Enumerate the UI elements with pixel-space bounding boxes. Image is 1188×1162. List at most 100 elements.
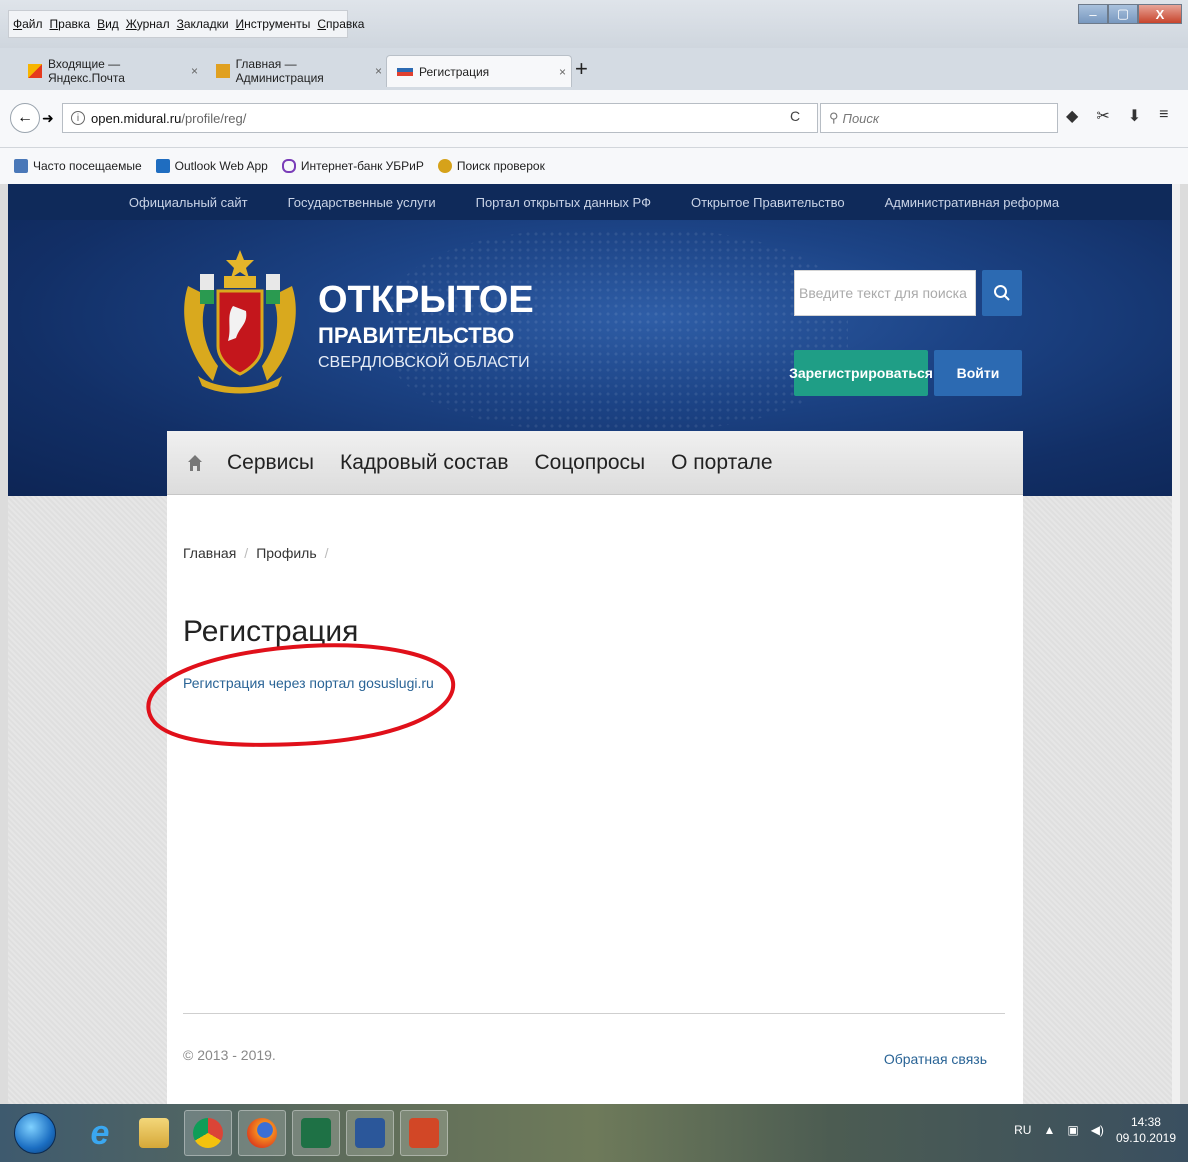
search-placeholder: Поиск bbox=[842, 110, 880, 126]
taskbar-word[interactable] bbox=[346, 1110, 394, 1156]
reload-icon[interactable]: C bbox=[790, 108, 800, 124]
powerpoint-icon bbox=[409, 1118, 439, 1148]
navigation-bar: ← ➜ i open.midural.ru /profile/reg/ C ⚲ … bbox=[0, 90, 1188, 148]
ie-icon: e bbox=[90, 1113, 110, 1152]
link-open-data[interactable]: Портал открытых данных РФ bbox=[476, 195, 651, 210]
bookmark-label: Часто посещаемые bbox=[33, 159, 142, 173]
nav-staff[interactable]: Кадровый состав bbox=[340, 451, 508, 475]
web-page: Официальный сайт Государственные услуги … bbox=[8, 184, 1180, 1104]
menu-view[interactable]: Вид bbox=[97, 17, 119, 31]
breadcrumb-separator: / bbox=[244, 545, 249, 561]
word-icon bbox=[355, 1118, 385, 1148]
taskbar-firefox[interactable] bbox=[238, 1110, 286, 1156]
menu-edit[interactable]: Правка bbox=[50, 17, 91, 31]
bookmarks-bar: Часто посещаемые Outlook Web App Интерне… bbox=[0, 148, 1188, 184]
browser-search-input[interactable]: ⚲ Поиск bbox=[820, 103, 1058, 133]
taskbar-ie[interactable]: e bbox=[76, 1110, 124, 1156]
start-button[interactable] bbox=[14, 1112, 56, 1154]
url-bar[interactable]: i open.midural.ru /profile/reg/ bbox=[62, 103, 818, 133]
footer-divider bbox=[183, 1013, 1005, 1014]
bookmark-label: Интернет-банк УБРиР bbox=[300, 159, 424, 173]
pocket-icon[interactable]: ◆ bbox=[1066, 106, 1078, 126]
menu-help[interactable]: Справка bbox=[317, 17, 364, 31]
register-button[interactable]: Зарегистрироваться bbox=[789, 350, 933, 396]
volume-icon[interactable]: ◀) bbox=[1091, 1123, 1104, 1137]
menu-tools[interactable]: Инструменты bbox=[236, 17, 311, 31]
site-search-input[interactable]: Введите текст для поиска bbox=[794, 270, 976, 316]
menu-file[interactable]: Файл bbox=[13, 17, 43, 31]
brand-title: ОТКРЫТОЕ bbox=[318, 279, 534, 321]
site-brand[interactable]: ОТКРЫТОЕ ПРАВИТЕЛЬСТВО СВЕРДЛОВСКОЙ ОБЛА… bbox=[318, 278, 534, 376]
content-panel: Главная / Профиль / Регистрация Регистра… bbox=[146, 495, 1023, 1104]
show-hidden-icons-icon[interactable]: ▲ bbox=[1043, 1123, 1055, 1137]
yandex-mail-icon bbox=[28, 64, 42, 78]
nav-services[interactable]: Сервисы bbox=[227, 451, 314, 475]
back-arrow-icon[interactable]: ← bbox=[10, 103, 40, 133]
tab-label: Входящие — Яндекс.Почта bbox=[47, 57, 125, 85]
clock[interactable]: 14:38 09.10.2019 bbox=[1116, 1114, 1176, 1146]
bookmark-outlook[interactable]: Outlook Web App bbox=[155, 159, 268, 173]
menu-bookmarks[interactable]: Закладки bbox=[177, 17, 229, 31]
forward-arrow-icon[interactable]: ➜ bbox=[42, 110, 54, 127]
close-window-icon[interactable]: X bbox=[1138, 4, 1182, 24]
breadcrumb-profile[interactable]: Профиль bbox=[256, 545, 316, 561]
title-bar: Файл Правка Вид Журнал Закладки Инструме… bbox=[0, 0, 1188, 48]
maximize-icon[interactable]: ▢ bbox=[1108, 4, 1138, 24]
hamburger-menu-icon[interactable]: ≡ bbox=[1159, 106, 1168, 126]
url-host: open.midural.ru bbox=[91, 110, 182, 126]
copyright: © 2013 - 2019. bbox=[183, 1047, 276, 1063]
new-tab-button[interactable]: + bbox=[575, 56, 588, 82]
tab-registration[interactable]: Регистрация × bbox=[386, 55, 572, 87]
taskbar-excel[interactable] bbox=[292, 1110, 340, 1156]
tab-yandex-mail[interactable]: Входящие — Яндекс.Почта × bbox=[18, 55, 198, 87]
tab-administration[interactable]: Главная — Администрация × bbox=[206, 55, 382, 87]
brand-subtitle: ПРАВИТЕЛЬСТВО bbox=[318, 323, 515, 348]
language-indicator[interactable]: RU bbox=[1014, 1123, 1031, 1137]
tab-close-icon[interactable]: × bbox=[191, 64, 198, 78]
screenshot-icon[interactable]: ✂ bbox=[1096, 106, 1109, 126]
bookmark-bank[interactable]: Интернет-банк УБРиР bbox=[281, 159, 424, 173]
tab-close-icon[interactable]: × bbox=[375, 64, 382, 78]
firefox-icon bbox=[247, 1118, 277, 1148]
page-scrollbar[interactable] bbox=[1172, 184, 1180, 1104]
link-open-government[interactable]: Открытое Правительство bbox=[691, 195, 845, 210]
back-forward: ← ➜ bbox=[10, 102, 62, 134]
window-controls: – ▢ X bbox=[1078, 4, 1182, 24]
tab-label: Главная — Администрация bbox=[235, 57, 324, 85]
bookmark-inspections[interactable]: Поиск проверок bbox=[437, 159, 545, 173]
site-search-button[interactable] bbox=[982, 270, 1022, 316]
eagle-icon bbox=[437, 159, 452, 173]
tab-close-icon[interactable]: × bbox=[559, 65, 566, 79]
nav-about[interactable]: О портале bbox=[671, 451, 772, 475]
network-icon[interactable]: ▣ bbox=[1067, 1123, 1078, 1137]
info-icon[interactable]: i bbox=[71, 111, 85, 125]
minimize-icon[interactable]: – bbox=[1078, 4, 1108, 24]
coat-of-arms-icon[interactable] bbox=[178, 246, 302, 396]
feedback-link[interactable]: Обратная связь bbox=[884, 1051, 987, 1067]
tab-label: Регистрация bbox=[419, 64, 490, 79]
home-icon[interactable] bbox=[187, 454, 203, 472]
taskbar-explorer[interactable] bbox=[130, 1110, 178, 1156]
bookmark-icon bbox=[14, 159, 28, 173]
site-search-placeholder: Введите текст для поиска bbox=[799, 285, 967, 301]
menu-bar: Файл Правка Вид Журнал Закладки Инструме… bbox=[8, 10, 364, 38]
link-official-site[interactable]: Официальный сайт bbox=[129, 195, 248, 210]
taskbar-chrome[interactable] bbox=[184, 1110, 232, 1156]
link-admin-reform[interactable]: Административная реформа bbox=[885, 195, 1060, 210]
breadcrumb-home[interactable]: Главная bbox=[183, 545, 236, 561]
login-button[interactable]: Войти bbox=[934, 350, 1022, 396]
link-gov-services[interactable]: Государственные услуги bbox=[288, 195, 436, 210]
tab-strip: Входящие — Яндекс.Почта × Главная — Адми… bbox=[0, 48, 1188, 90]
bookmark-most-visited[interactable]: Часто посещаемые bbox=[14, 159, 142, 173]
taskbar-powerpoint[interactable] bbox=[400, 1110, 448, 1156]
search-icon: ⚲ bbox=[829, 110, 839, 125]
bookmark-label: Outlook Web App bbox=[174, 159, 268, 173]
download-icon[interactable]: ⬇ bbox=[1128, 106, 1141, 126]
nav-polls[interactable]: Соцопросы bbox=[535, 451, 646, 475]
menu-history[interactable]: Журнал bbox=[126, 17, 170, 31]
outlook-icon bbox=[155, 159, 170, 173]
brand-region: СВЕРДЛОВСКОЙ ОБЛАСТИ bbox=[318, 354, 530, 371]
folder-icon bbox=[139, 1118, 169, 1148]
bank-logo-icon bbox=[281, 159, 296, 173]
clock-time: 14:38 bbox=[1130, 1115, 1161, 1129]
